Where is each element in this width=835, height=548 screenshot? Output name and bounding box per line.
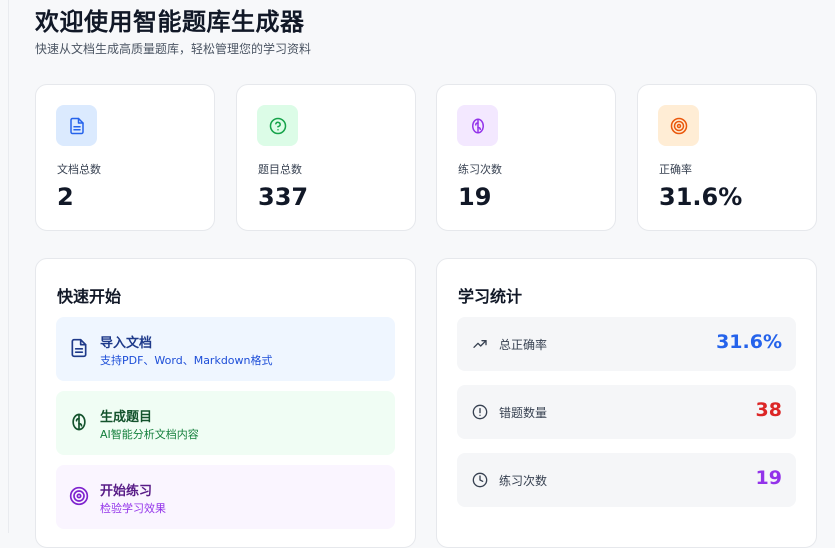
learning-stats-panel: 学习统计 总正确率 31.6% 错题数量 38 练习次数 19: [436, 258, 817, 548]
stat-label: 题目总数: [258, 163, 302, 176]
quick-start-desc: AI智能分析文档内容: [100, 428, 199, 441]
stat-row-label: 错题数量: [499, 406, 548, 420]
document-icon: [69, 338, 89, 358]
question-circle-icon: [257, 105, 298, 146]
stat-label: 正确率: [659, 163, 692, 176]
import-document-button[interactable]: 导入文档 支持PDF、Word、Markdown格式: [56, 317, 395, 381]
page-subtitle: 快速从文档生成高质量题库，轻松管理您的学习资料: [35, 42, 312, 56]
stat-value: 31.6%: [659, 183, 743, 211]
stat-card-practice: 练习次数 19: [436, 84, 616, 231]
stat-value: 337: [258, 183, 309, 211]
stat-value: 19: [458, 183, 492, 211]
panel-title: 学习统计: [458, 287, 523, 306]
stat-card-accuracy: 正确率 31.6%: [637, 84, 817, 231]
stat-row-value: 19: [755, 467, 782, 489]
stat-row-label: 总正确率: [499, 338, 548, 352]
quick-start-desc: 检验学习效果: [100, 502, 166, 515]
page-title: 欢迎使用智能题库生成器: [35, 8, 305, 36]
stat-card-questions: 题目总数 337: [236, 84, 416, 231]
brain-icon: [69, 412, 89, 432]
stat-label: 练习次数: [458, 163, 502, 176]
stat-row-label: 练习次数: [499, 474, 548, 488]
stat-row-accuracy: 总正确率 31.6%: [457, 317, 796, 371]
quick-start-desc: 支持PDF、Word、Markdown格式: [100, 354, 273, 367]
target-icon: [69, 486, 89, 506]
brain-icon: [457, 105, 498, 146]
sidebar-divider: [8, 0, 9, 533]
stat-value: 2: [57, 183, 74, 211]
quick-start-panel: 快速开始 导入文档 支持PDF、Word、Markdown格式 生成题目 AI智…: [35, 258, 416, 548]
start-practice-button[interactable]: 开始练习 检验学习效果: [56, 465, 395, 529]
stat-row-practice: 练习次数 19: [457, 453, 796, 507]
generate-questions-button[interactable]: 生成题目 AI智能分析文档内容: [56, 391, 395, 455]
stat-row-value: 31.6%: [716, 331, 782, 353]
quick-start-title: 生成题目: [100, 410, 153, 425]
stat-card-documents: 文档总数 2: [35, 84, 215, 231]
trending-up-icon: [471, 335, 489, 353]
panel-title: 快速开始: [57, 287, 122, 306]
stat-label: 文档总数: [57, 163, 101, 176]
target-icon: [658, 105, 699, 146]
quick-start-title: 开始练习: [100, 484, 153, 499]
stat-row-wrong: 错题数量 38: [457, 385, 796, 439]
quick-start-title: 导入文档: [100, 336, 153, 351]
stat-row-value: 38: [755, 399, 782, 421]
clock-icon: [471, 471, 489, 489]
document-icon: [56, 105, 97, 146]
alert-circle-icon: [471, 403, 489, 421]
